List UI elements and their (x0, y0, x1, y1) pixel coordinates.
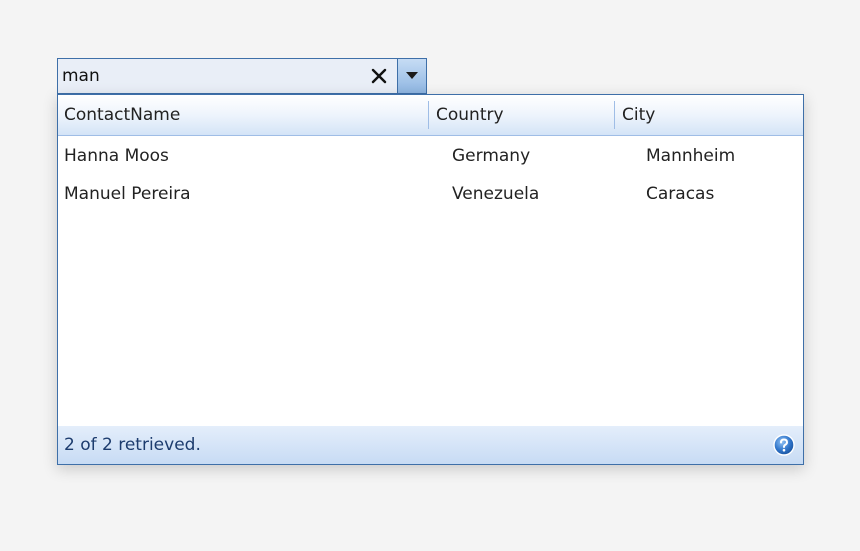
cell-contactname: Manuel Pereira (64, 184, 191, 204)
page: ContactName Country City Hanna Moos Germ… (0, 0, 860, 551)
cell-contactname: Hanna Moos (64, 146, 169, 166)
cell-country: Venezuela (452, 184, 540, 204)
status-text: 2 of 2 retrieved. (64, 435, 201, 455)
close-icon (371, 68, 387, 84)
column-divider[interactable] (614, 101, 615, 129)
caret-down-icon (406, 72, 418, 79)
cell-city: Caracas (646, 184, 715, 204)
dropdown-button[interactable] (397, 59, 426, 93)
dropdown-panel: ContactName Country City Hanna Moos Germ… (57, 94, 804, 465)
cell-city: Mannheim (646, 146, 736, 166)
grid-header: ContactName Country City (58, 95, 803, 136)
column-header-contactname[interactable]: ContactName (58, 95, 428, 135)
column-divider[interactable] (428, 101, 429, 129)
table-row[interactable]: Hanna Moos Germany Mannheim (58, 137, 803, 175)
column-header-city[interactable]: City (616, 95, 803, 135)
table-row[interactable]: Manuel Pereira Venezuela Caracas (58, 175, 803, 213)
status-bar: 2 of 2 retrieved. (58, 426, 803, 464)
help-icon[interactable] (773, 434, 795, 456)
cell-country: Germany (452, 146, 531, 166)
search-combo[interactable] (57, 58, 427, 94)
search-input[interactable] (58, 59, 361, 93)
clear-button[interactable] (361, 59, 397, 93)
column-header-country[interactable]: Country (430, 95, 614, 135)
